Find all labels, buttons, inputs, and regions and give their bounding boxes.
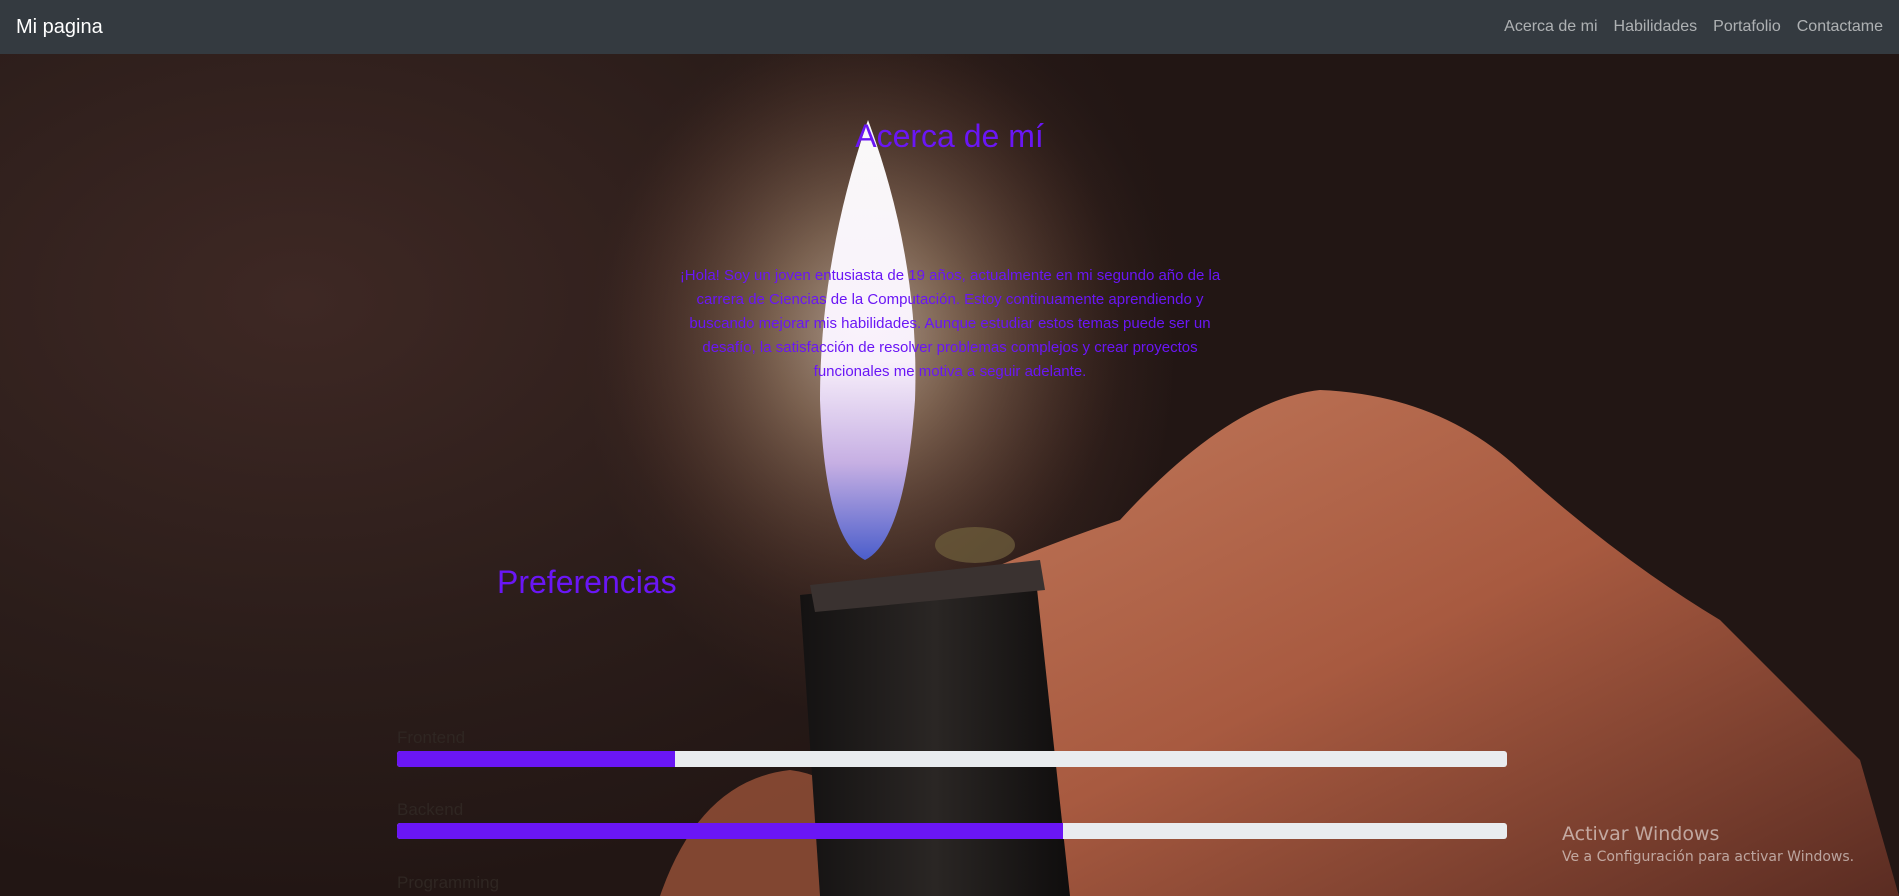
about-text: ¡Hola! Soy un joven entusiasta de 19 año…	[679, 267, 1221, 380]
about-title: Acerca de mí	[855, 118, 1044, 154]
skill-frontend: Frontend	[397, 727, 1507, 767]
skill-label: Frontend	[397, 728, 466, 747]
skill-backend: Backend	[397, 799, 1507, 839]
progress-fill	[397, 823, 1063, 839]
skill-label: Programming	[397, 873, 500, 892]
watermark-subtitle: Ve a Configuración para activar Windows.	[1562, 849, 1855, 865]
nav-link-habilidades[interactable]: Habilidades	[1614, 18, 1698, 36]
windows-activation-watermark: Activar Windows Ve a Configuración para …	[1562, 823, 1854, 865]
nav-link-portafolio[interactable]: Portafolio	[1713, 18, 1781, 36]
top-navbar: Mi pagina Acerca de mi Habilidades Porta…	[0, 0, 1899, 54]
watermark-title: Activar Windows	[1562, 823, 1720, 845]
progress-bar	[397, 823, 1507, 839]
progress-fill	[397, 751, 675, 767]
main-content: Acerca de mí ¡Hola! Soy un joven entusia…	[0, 0, 1899, 896]
page: Mi pagina Acerca de mi Habilidades Porta…	[0, 0, 1899, 896]
brand-link[interactable]: Mi pagina	[16, 16, 103, 39]
skill-label: Backend	[397, 800, 464, 819]
nav-link-contactame[interactable]: Contactame	[1797, 18, 1883, 36]
skill-programming: Programming	[397, 872, 1507, 894]
preferences-title: Preferencias	[497, 564, 677, 600]
progress-bar	[397, 751, 1507, 767]
nav-link-acerca[interactable]: Acerca de mi	[1504, 18, 1597, 36]
nav-links: Acerca de mi Habilidades Portafolio Cont…	[1504, 18, 1883, 36]
